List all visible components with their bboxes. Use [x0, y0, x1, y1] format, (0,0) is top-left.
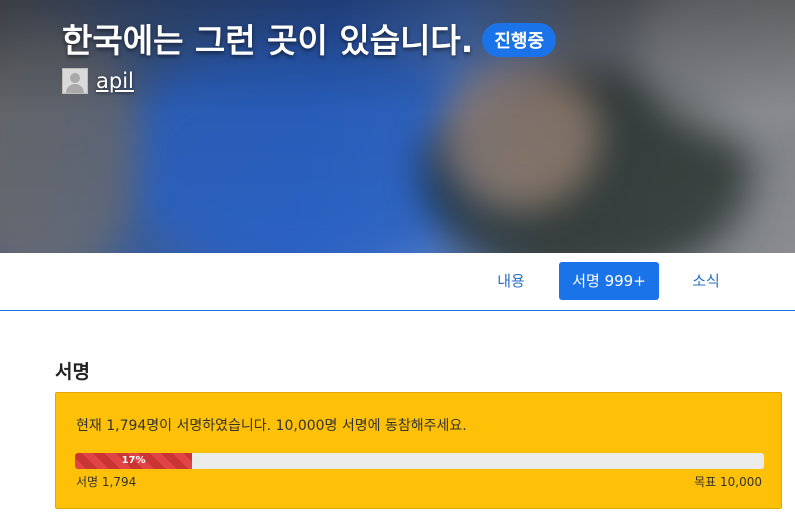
section-title: 서명 [55, 361, 90, 383]
hero-banner: 한국에는 그런 곳이 있습니다. 진행중 apil [0, 0, 795, 253]
avatar-icon [62, 68, 88, 94]
title-row: 한국에는 그런 곳이 있습니다. 진행중 [62, 14, 557, 62]
progress-bar: 17% [75, 453, 764, 469]
tab-signatures[interactable]: 서명 999+ [559, 262, 659, 300]
status-badge: 진행중 [482, 23, 557, 57]
tab-news[interactable]: 소식 [681, 262, 731, 300]
tab-content[interactable]: 내용 [486, 262, 536, 300]
author-link[interactable]: apil [96, 69, 134, 93]
progress-fill: 17% [75, 453, 193, 469]
signature-count: 서명 1,794 [76, 475, 137, 489]
signature-progress-box: 현재 1,794명이 서명하였습니다. 10,000명 서명에 동참해주세요. … [55, 392, 782, 509]
signature-goal: 목표 10,000 [694, 475, 762, 489]
author-row[interactable]: apil [62, 68, 134, 94]
page-title: 한국에는 그런 곳이 있습니다. [62, 21, 474, 60]
tab-bar: 내용 서명 999+ 소식 [0, 253, 795, 311]
signature-message: 현재 1,794명이 서명하였습니다. 10,000명 서명에 동참해주세요. [76, 418, 467, 434]
